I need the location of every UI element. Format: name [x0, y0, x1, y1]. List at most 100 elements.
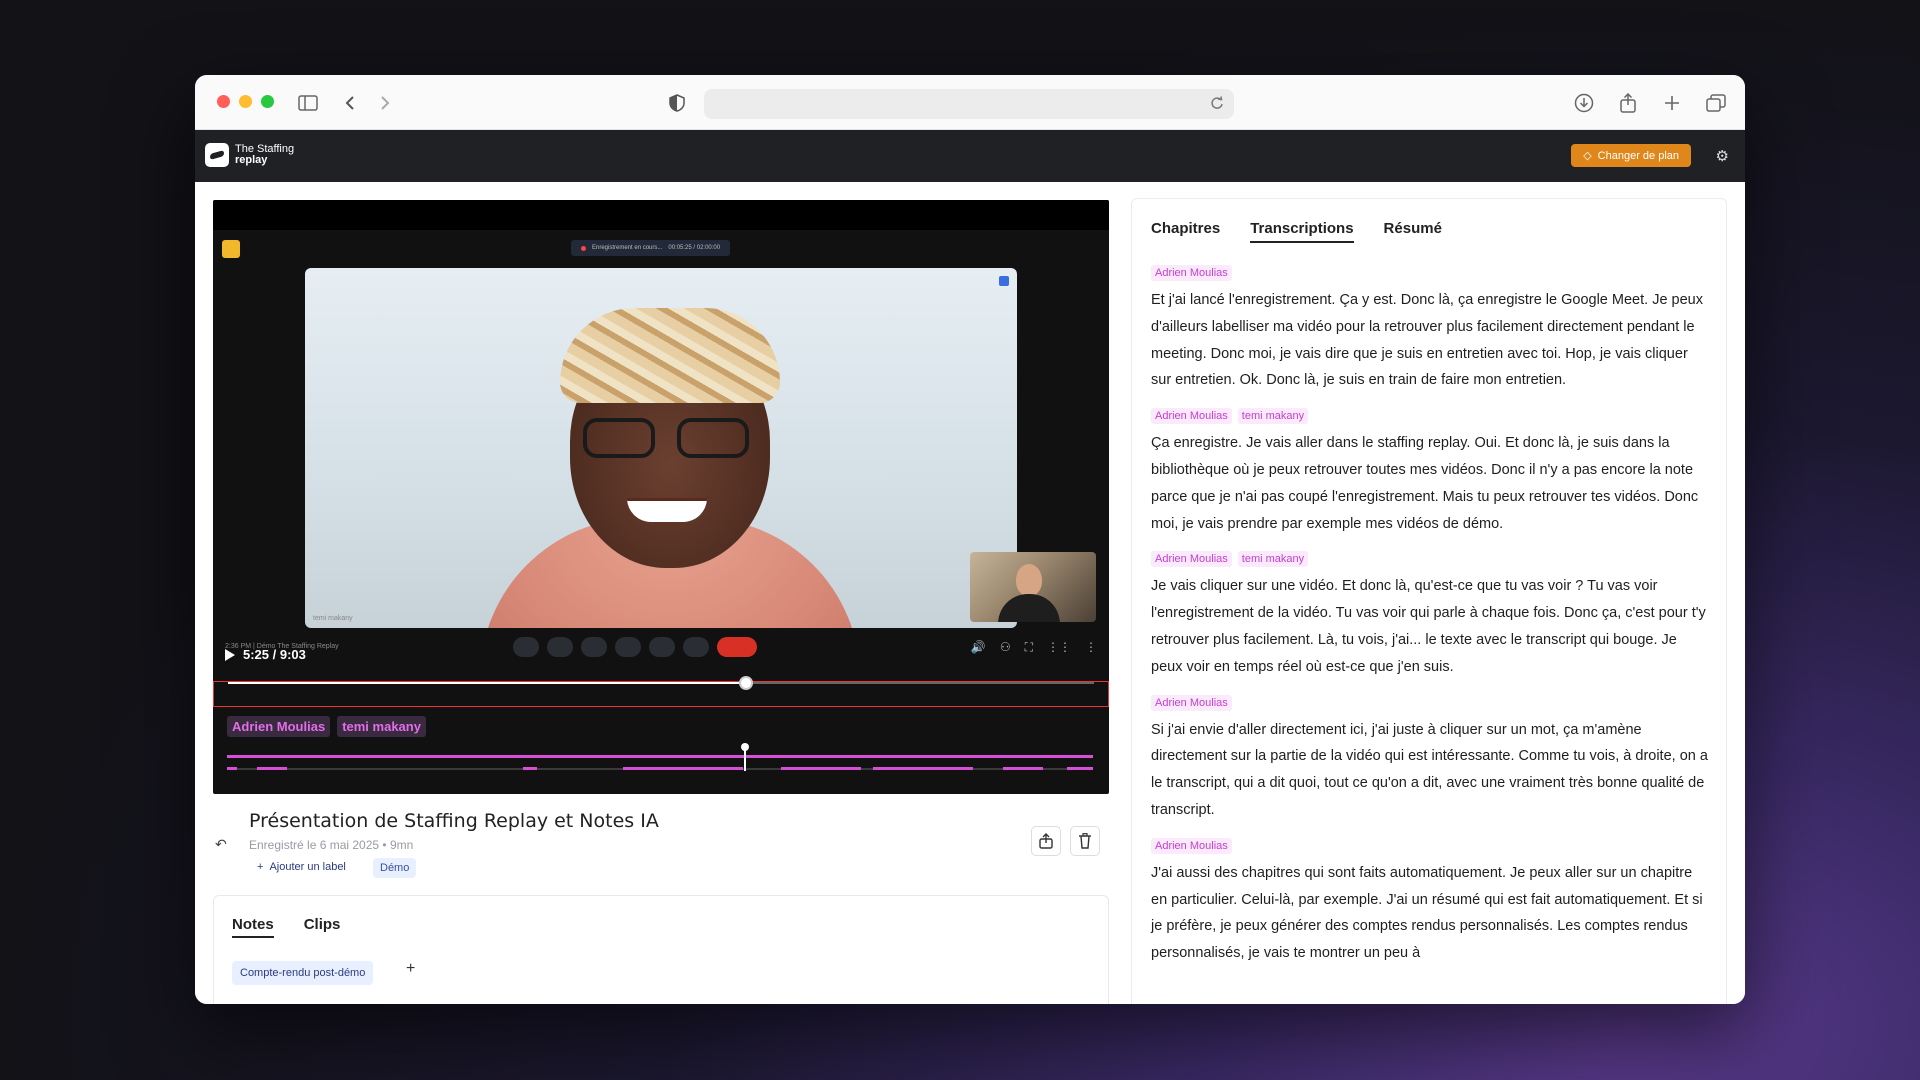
- apps-icon: ⋮⋮: [1047, 640, 1071, 654]
- fullscreen-icon[interactable]: ⛶: [1025, 640, 1033, 655]
- browser-toolbar: [195, 75, 1745, 130]
- camera-icon: [547, 637, 573, 657]
- logo-line2: replay: [235, 154, 268, 166]
- app-header: The Staffing replay ◇ Changer de plan ⚙: [195, 130, 1745, 182]
- logo-mark-icon: [205, 143, 229, 167]
- captions-icon: [581, 637, 607, 657]
- window-controls: [217, 95, 274, 108]
- share-icon: [1039, 833, 1053, 849]
- browser-window: The Staffing replay ◇ Changer de plan ⚙ …: [195, 75, 1745, 1004]
- speaker-tag[interactable]: Adrien Moulias: [1151, 837, 1232, 854]
- diamond-icon: ◇: [1583, 150, 1592, 162]
- back-icon[interactable]: [339, 92, 361, 114]
- tab-transcriptions[interactable]: Transcriptions: [1250, 220, 1354, 243]
- side-tabs: Chapitres Transcriptions Résumé: [1151, 220, 1442, 243]
- notes-tabs: Notes Clips: [232, 916, 340, 938]
- change-plan-button[interactable]: ◇ Changer de plan: [1571, 144, 1691, 167]
- progress-handle[interactable]: [738, 676, 753, 690]
- download-icon[interactable]: [1573, 92, 1595, 114]
- speaker-tag[interactable]: Adrien Moulias: [1151, 551, 1232, 568]
- privacy-shield-icon[interactable]: [666, 92, 688, 114]
- gear-icon[interactable]: ⚙: [1716, 147, 1729, 165]
- transcript-text[interactable]: J'ai aussi des chapitres qui sont faits …: [1151, 860, 1711, 967]
- undo-icon[interactable]: ↶: [215, 836, 227, 853]
- progress-bar[interactable]: [213, 676, 1109, 707]
- recording-pill: Enregistrement en cours... 00:05:25 / 02…: [571, 240, 731, 256]
- tab-overview-icon[interactable]: [1705, 92, 1727, 114]
- recording-subtitle: Enregistré le 6 mai 2025 • 9mn: [249, 838, 414, 852]
- new-tab-icon[interactable]: [1661, 92, 1683, 114]
- recording-status: Enregistrement en cours...: [592, 245, 663, 251]
- speaker-tags: Adrien Moulias temi makany: [227, 716, 426, 737]
- player-right-controls: 🔊 ⚇ ⛶ ⋮⋮ ⋮: [971, 640, 1097, 655]
- note-template-chip[interactable]: Compte-rendu post-démo: [232, 961, 374, 985]
- transcript-text[interactable]: Je vais cliquer sur une vidéo. Et donc l…: [1151, 573, 1711, 680]
- trash-icon: [1079, 833, 1091, 849]
- delete-button[interactable]: [1070, 826, 1100, 856]
- forward-icon[interactable]: [374, 92, 396, 114]
- speaker-tag[interactable]: Adrien Moulias: [1151, 694, 1232, 711]
- timeline-playhead[interactable]: [740, 743, 749, 771]
- address-bar[interactable]: [704, 89, 1234, 119]
- add-label-button[interactable]: + Ajouter un label: [257, 861, 346, 873]
- mic-icon: [513, 637, 539, 657]
- minimize-window-button[interactable]: [239, 95, 252, 108]
- app-logo[interactable]: The Staffing replay: [205, 143, 294, 167]
- tab-chapitres[interactable]: Chapitres: [1151, 220, 1220, 243]
- time-display: 5:25 / 9:03: [243, 647, 306, 662]
- speaker-tag[interactable]: Adrien Moulias: [227, 716, 331, 737]
- speaker-tag[interactable]: Adrien Moulias: [1151, 408, 1232, 425]
- transcript-text[interactable]: Et j'ai lancé l'enregistrement. Ça y est…: [1151, 287, 1711, 394]
- end-call-icon: [717, 637, 757, 657]
- transcript-text[interactable]: Ça enregistre. Je vais aller dans le sta…: [1151, 430, 1711, 537]
- transcript-block: Adrien Moulias Et j'ai lancé l'enregistr…: [1151, 265, 1711, 394]
- change-plan-label: Changer de plan: [1597, 149, 1679, 162]
- video-player[interactable]: Enregistrement en cours... 00:05:25 / 02…: [213, 200, 1109, 794]
- pip-video: [970, 552, 1096, 622]
- speaker-tag[interactable]: temi makany: [1237, 408, 1309, 425]
- meet-controls: [513, 637, 757, 657]
- record-dot-icon: [581, 245, 586, 251]
- speaker-track-1: [227, 755, 1093, 758]
- player-controls: 5:25 / 9:03: [225, 647, 306, 662]
- add-note-button[interactable]: +: [406, 960, 415, 978]
- sidebar-icon[interactable]: [297, 92, 319, 114]
- play-icon[interactable]: [225, 648, 235, 661]
- transcript-block: Adrien Moulias Si j'ai envie d'aller dir…: [1151, 694, 1711, 824]
- transcript-block: Adrien Moulias temi makany Ça enregistre…: [1151, 408, 1711, 537]
- close-window-button[interactable]: [217, 95, 230, 108]
- share-icon[interactable]: [1617, 92, 1639, 114]
- side-panel: Chapitres Transcriptions Résumé Adrien M…: [1131, 198, 1727, 1004]
- extension-badge-icon: [222, 240, 240, 258]
- recording-timer: 00:05:25 / 02:00:00: [668, 245, 721, 251]
- progress-fill: [228, 682, 746, 684]
- people-icon: ⚇: [999, 640, 1011, 654]
- speaker-timeline[interactable]: [227, 743, 1093, 785]
- label-chip[interactable]: Démo: [373, 858, 417, 878]
- speaker-tag[interactable]: Adrien Moulias: [1151, 265, 1232, 281]
- volume-icon[interactable]: 🔊: [971, 640, 986, 655]
- participant-label: temi makany: [313, 615, 353, 622]
- recording-title: Présentation de Staffing Replay et Notes…: [249, 810, 659, 832]
- hand-icon: [683, 637, 709, 657]
- add-label-text: Ajouter un label: [269, 861, 346, 873]
- emoji-icon: [615, 637, 641, 657]
- speaker-tag[interactable]: temi makany: [1237, 551, 1309, 568]
- tab-clips[interactable]: Clips: [304, 916, 341, 938]
- audio-indicator-icon: [999, 276, 1009, 286]
- tab-notes[interactable]: Notes: [232, 916, 274, 938]
- transcript-list: Adrien Moulias Et j'ai lancé l'enregistr…: [1151, 265, 1711, 981]
- transcript-block: Adrien Moulias temi makany Je vais cliqu…: [1151, 551, 1711, 680]
- transcript-block: Adrien Moulias J'ai aussi des chapitres …: [1151, 837, 1711, 967]
- share-button[interactable]: [1031, 826, 1061, 856]
- video-frame: temi makany: [305, 268, 1017, 628]
- more-icon[interactable]: ⋮: [1085, 640, 1097, 655]
- zoom-window-button[interactable]: [261, 95, 274, 108]
- plus-icon: +: [257, 861, 264, 873]
- main-content: Enregistrement en cours... 00:05:25 / 02…: [195, 182, 1745, 1004]
- present-icon: [649, 637, 675, 657]
- tab-resume[interactable]: Résumé: [1384, 220, 1442, 243]
- transcript-text[interactable]: Si j'ai envie d'aller directement ici, j…: [1151, 717, 1711, 824]
- speaker-tag[interactable]: temi makany: [337, 716, 426, 737]
- reload-icon[interactable]: [1210, 96, 1224, 115]
